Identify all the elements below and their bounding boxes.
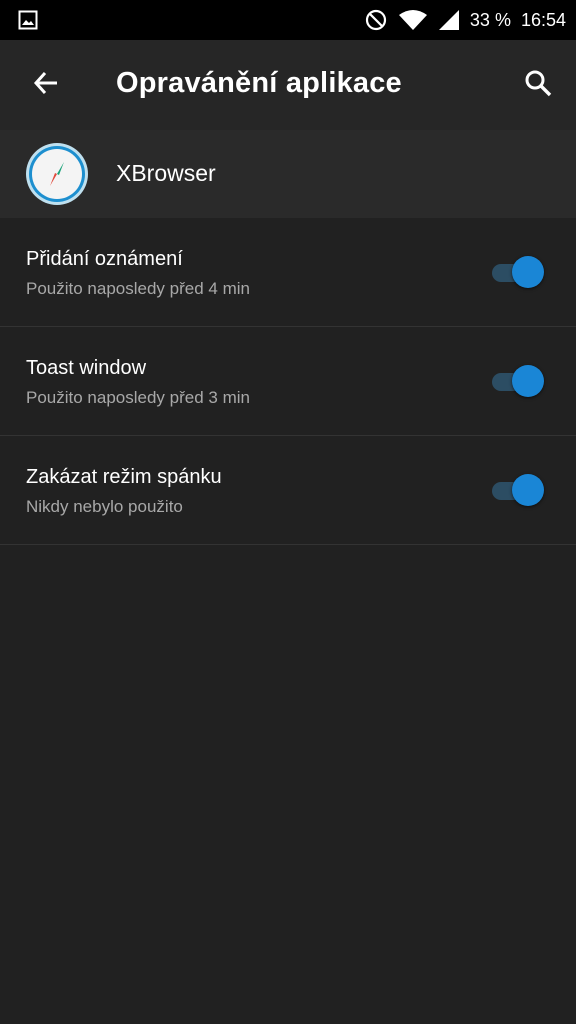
search-button[interactable] xyxy=(516,63,560,107)
app-name: XBrowser xyxy=(116,160,216,186)
status-icons: 33 % 16:54 xyxy=(364,0,566,40)
compass-icon xyxy=(25,142,89,206)
toggle-thumb xyxy=(512,474,544,506)
do-not-disturb-icon xyxy=(364,8,388,32)
permission-toggle[interactable] xyxy=(492,474,544,506)
toggle-thumb xyxy=(512,365,544,397)
status-bar: 33 % 16:54 xyxy=(0,0,576,40)
app-header: XBrowser xyxy=(0,130,576,218)
toggle-thumb xyxy=(512,256,544,288)
permission-title: Zakázat režim spánku xyxy=(26,466,222,488)
wifi-icon xyxy=(398,9,428,31)
battery-text: 33 % xyxy=(469,9,511,30)
permission-title: Přidání oznámení xyxy=(26,248,183,270)
permission-row[interactable]: Přidání oznámení Použito naposledy před … xyxy=(0,218,576,327)
arrow-back-icon xyxy=(32,69,60,102)
permission-subtitle: Použito naposledy před 4 min xyxy=(26,279,250,298)
clock: 16:54 xyxy=(520,9,566,30)
permission-row[interactable]: Zakázat režim spánku Nikdy nebylo použit… xyxy=(0,436,576,545)
permission-list: Přidání oznámení Použito naposledy před … xyxy=(0,218,576,545)
permission-toggle[interactable] xyxy=(492,365,544,397)
image-icon xyxy=(18,10,38,30)
app-bar: Opravánění aplikace xyxy=(0,40,576,130)
page-title: Opravánění aplikace xyxy=(116,67,402,99)
permission-toggle[interactable] xyxy=(492,256,544,288)
signal-icon xyxy=(438,9,460,31)
permission-title: Toast window xyxy=(26,357,147,379)
back-button[interactable] xyxy=(24,63,68,107)
search-icon xyxy=(524,69,552,102)
permission-subtitle: Použito naposledy před 3 min xyxy=(26,388,250,407)
permission-subtitle: Nikdy nebylo použito xyxy=(26,497,183,516)
permission-row[interactable]: Toast window Použito naposledy před 3 mi… xyxy=(0,327,576,436)
